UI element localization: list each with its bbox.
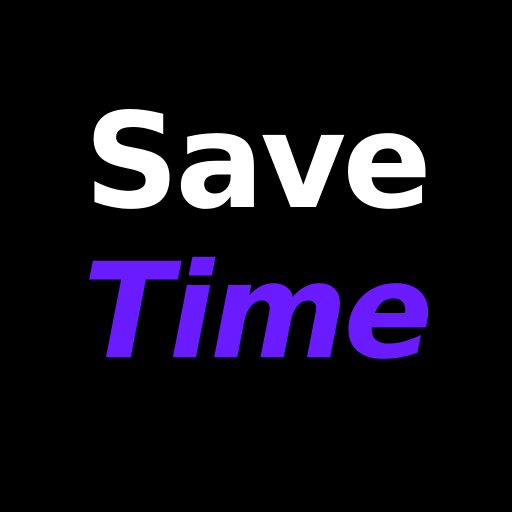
logo-word-time: Time bbox=[82, 235, 433, 389]
logo-canvas: Save Time bbox=[0, 0, 512, 512]
logo-word-save: Save bbox=[84, 85, 432, 239]
